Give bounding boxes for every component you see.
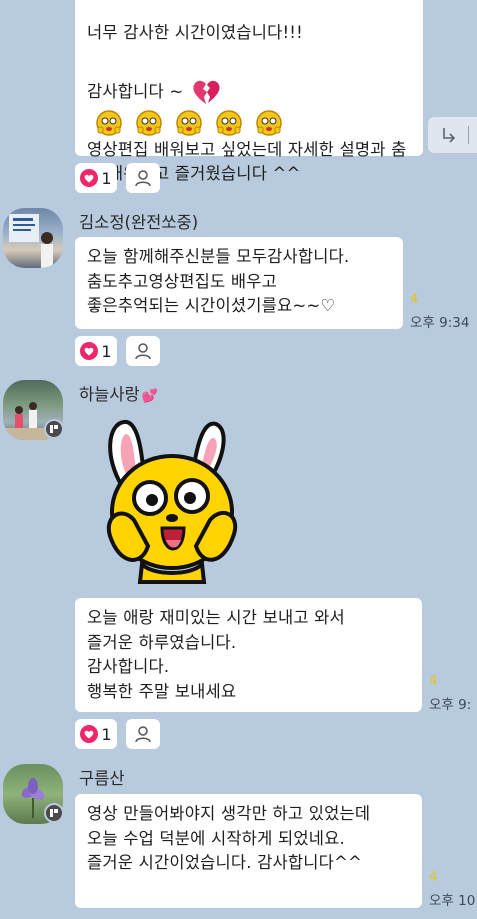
sticker-face-icon <box>96 110 122 136</box>
heart-reaction-button[interactable]: 1 <box>75 163 117 193</box>
heart-icon <box>80 342 99 360</box>
message-bubble-4[interactable]: 영상 만들어봐야지 생각만 하고 있었는데 오늘 수업 덕분에 시작하게 되었네… <box>75 794 422 908</box>
heart-icon <box>80 725 99 743</box>
share-divider <box>468 126 469 144</box>
sticker-face-icon <box>216 110 242 136</box>
user-reaction-button[interactable] <box>126 336 160 366</box>
heart-reaction-button[interactable]: 1 <box>75 336 117 366</box>
sticker-face-icon <box>136 110 162 136</box>
message-bubble-1[interactable]: 너무 감사한 시간이였습니다!!! 감사합니다 ~ 영상편집 배워보고 싶었는데… <box>75 0 423 183</box>
reaction-count: 1 <box>101 168 112 188</box>
avatar-photo <box>9 214 53 268</box>
user-reaction-button[interactable] <box>126 163 160 193</box>
unread-count: 4 <box>429 870 438 885</box>
message-1-thanks-line: 감사합니다 ~ <box>87 73 411 111</box>
sender-name: 하늘사랑 💕 <box>79 385 158 404</box>
unread-count: 4 <box>429 674 438 689</box>
user-icon <box>135 343 151 360</box>
share-icon <box>443 128 456 143</box>
reaction-count: 1 <box>101 724 112 744</box>
share-button[interactable] <box>428 117 477 153</box>
sticker-row <box>95 109 283 137</box>
sender-name: 구름산 <box>79 769 125 788</box>
heart-icon <box>80 169 99 187</box>
broken-heart-icon <box>193 80 220 104</box>
heart-reaction-button[interactable]: 1 <box>75 719 117 749</box>
avatar[interactable] <box>3 208 63 268</box>
bunny-sticker[interactable] <box>92 416 252 586</box>
sticker-face-icon <box>176 110 202 136</box>
message-1-top-line: 너무 감사한 시간이였습니다!!! <box>87 22 303 42</box>
chat-badge-icon <box>44 803 64 823</box>
chat-badge-icon <box>44 419 64 439</box>
user-reaction-button[interactable] <box>126 719 160 749</box>
message-bubble-2[interactable]: 오늘 함께해주신분들 모두감사합니다. 춤도추고영상편집도 배우고 좋은추억되는… <box>75 237 403 329</box>
user-icon <box>135 726 151 743</box>
unread-count: 4 <box>410 292 419 307</box>
message-bubble-3[interactable]: 오늘 애랑 재미있는 시간 보내고 와서 즐거운 하루였습니다. 감사합니다. … <box>75 598 422 712</box>
timestamp: 오후 10 <box>429 893 476 909</box>
sender-name: 김소정(완전쏘중) <box>79 213 199 232</box>
user-icon <box>135 170 151 187</box>
timestamp: 오후 9:34 <box>410 315 470 331</box>
reaction-count: 1 <box>101 341 112 361</box>
sticker-face-icon <box>256 110 282 136</box>
sender-emoji: 💕 <box>141 389 158 404</box>
timestamp: 오후 9: <box>429 697 472 713</box>
